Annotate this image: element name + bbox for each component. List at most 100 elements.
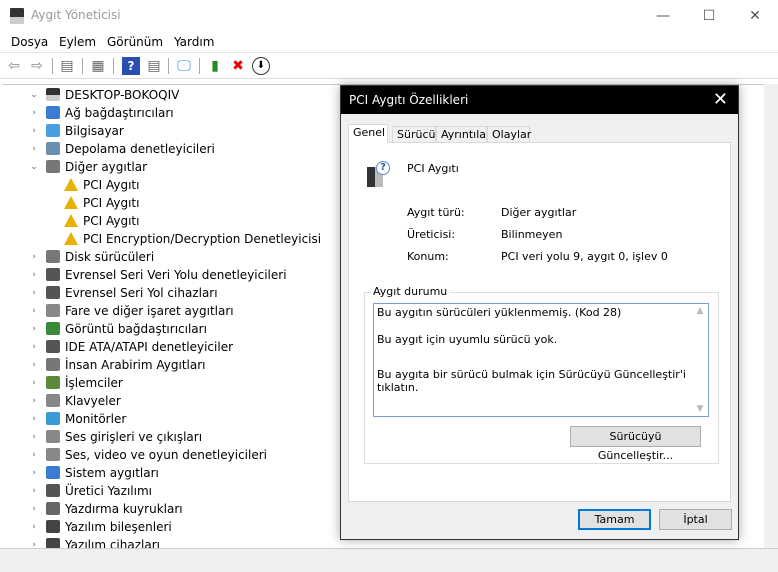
close-button[interactable]: ✕ <box>732 0 778 32</box>
chevron-right-icon[interactable]: › <box>28 464 40 482</box>
chevron-right-icon[interactable]: › <box>28 374 40 392</box>
chevron-right-icon[interactable]: › <box>28 140 40 158</box>
device-category-icon <box>46 394 60 407</box>
chevron-right-icon[interactable]: › <box>28 320 40 338</box>
minimize-button[interactable]: — <box>640 0 686 32</box>
tree-item[interactable]: PCI Encryption/Decryption Denetleyicisi <box>64 230 321 248</box>
menu-dosya[interactable]: Dosya <box>11 35 48 49</box>
device-status-textarea[interactable]: Bu aygıtın sürücüleri yüklenmemiş. (Kod … <box>373 303 709 417</box>
help-icon[interactable]: ? <box>122 57 140 75</box>
tree-item-label: Üretici Yazılımı <box>65 484 152 498</box>
tree-item[interactable]: › IDE ATA/ATAPI denetleyiciler <box>32 338 234 356</box>
tree-item[interactable]: › İnsan Arabirim Aygıtları <box>32 356 206 374</box>
tree-item[interactable]: › Görüntü bağdaştırıcıları <box>32 320 207 338</box>
chevron-right-icon[interactable]: › <box>28 446 40 464</box>
warning-device-icon <box>64 232 78 245</box>
update-driver-button[interactable]: Sürücüyü Güncelleştir... <box>570 426 701 462</box>
vertical-scrollbar[interactable] <box>764 84 778 548</box>
device-category-icon <box>46 322 60 335</box>
tree-item[interactable]: › Depolama denetleyicileri <box>32 140 215 158</box>
enable-device-icon[interactable]: ▮ <box>206 57 224 75</box>
tree-item[interactable]: PCI Aygıtı <box>64 176 139 194</box>
tree-item[interactable]: › Yazılım cihazları <box>32 536 160 548</box>
tree-item-label: IDE ATA/ATAPI denetleyiciler <box>65 340 234 354</box>
toolbar-separator <box>82 58 83 74</box>
tree-item[interactable]: › Klavyeler <box>32 392 121 410</box>
device-category-icon <box>46 412 60 425</box>
tab-ayrintilar[interactable]: Ayrıntılar <box>436 126 491 142</box>
tree-item[interactable]: › Evrensel Seri Yol cihazları <box>32 284 218 302</box>
tree-item[interactable]: › Bilgisayar <box>32 122 124 140</box>
tree-item[interactable]: › Ağ bağdaştırıcıları <box>32 104 174 122</box>
tree-item-label: Fare ve diğer işaret aygıtları <box>65 304 234 318</box>
tree-item[interactable]: PCI Aygıtı <box>64 194 139 212</box>
chevron-down-icon[interactable]: ⌄ <box>28 86 40 104</box>
menu-eylem[interactable]: Eylem <box>59 35 96 49</box>
tree-item-label: Depolama denetleyicileri <box>65 142 215 156</box>
tree-item-label: PCI Encryption/Decryption Denetleyicisi <box>83 232 322 246</box>
tab-olaylar[interactable]: Olaylar <box>487 126 531 142</box>
chevron-right-icon[interactable]: › <box>28 302 40 320</box>
dialog-close-button[interactable]: ✕ <box>713 89 728 110</box>
textarea-scrollbar[interactable]: ▲ ▼ <box>692 304 708 416</box>
chevron-right-icon[interactable]: › <box>28 248 40 266</box>
chevron-right-icon[interactable]: › <box>28 536 40 548</box>
chevron-right-icon[interactable]: › <box>28 104 40 122</box>
tree-item[interactable]: PCI Aygıtı <box>64 212 139 230</box>
chevron-right-icon[interactable]: › <box>28 410 40 428</box>
chevron-right-icon[interactable]: › <box>28 266 40 284</box>
tree-item-label: PCI Aygıtı <box>83 214 140 228</box>
ok-button[interactable]: Tamam <box>578 509 651 530</box>
tree-item-label: Yazılım cihazları <box>65 538 160 548</box>
cancel-button[interactable]: İptal <box>659 509 732 530</box>
scan-hardware-icon[interactable]: 🖵 <box>175 57 193 75</box>
properties-panel-icon[interactable]: ▤ <box>58 57 76 75</box>
chevron-right-icon[interactable]: › <box>28 284 40 302</box>
tree-item-label: Evrensel Seri Veri Yolu denetleyicileri <box>65 268 287 282</box>
tree-item-label: Ses, video ve oyun denetleyicileri <box>65 448 268 462</box>
chevron-down-icon[interactable]: ⌄ <box>28 158 40 176</box>
tree-item[interactable]: › Disk sürücüleri <box>32 248 154 266</box>
properties-icon[interactable]: ▦ <box>89 57 107 75</box>
field-value: Diğer aygıtlar <box>501 206 577 219</box>
device-category-icon <box>46 304 60 317</box>
menu-yardim[interactable]: Yardım <box>174 35 214 49</box>
chevron-right-icon[interactable]: › <box>28 518 40 536</box>
tree-item[interactable]: › Fare ve diğer işaret aygıtları <box>32 302 234 320</box>
tree-root[interactable]: ⌄ DESKTOP-BOKOQIV <box>30 86 179 104</box>
menu-gorunum[interactable]: Görünüm <box>107 35 163 49</box>
tree-item-label: Evrensel Seri Yol cihazları <box>65 286 218 300</box>
tab-genel[interactable]: Genel <box>348 124 388 143</box>
tree-item[interactable]: › Yazılım bileşenleri <box>32 518 172 536</box>
device-category-icon <box>46 340 60 353</box>
tree-item[interactable]: › Ses girişleri ve çıkışları <box>32 428 202 446</box>
tree-item[interactable]: › İşlemciler <box>32 374 123 392</box>
tree-item[interactable]: ⌄ Diğer aygıtlar <box>30 158 147 176</box>
chevron-right-icon[interactable]: › <box>28 428 40 446</box>
chevron-right-icon[interactable]: › <box>28 500 40 518</box>
chevron-right-icon[interactable]: › <box>28 338 40 356</box>
tree-item[interactable]: › Sistem aygıtları <box>32 464 159 482</box>
tree-item[interactable]: › Monitörler <box>32 410 126 428</box>
chevron-right-icon[interactable]: › <box>28 482 40 500</box>
chevron-right-icon[interactable]: › <box>28 392 40 410</box>
tree-item-label: Klavyeler <box>65 394 121 408</box>
tab-surucu[interactable]: Sürücü <box>392 126 436 142</box>
chevron-right-icon[interactable]: › <box>28 356 40 374</box>
download-icon[interactable]: ⬇ <box>252 57 270 75</box>
forward-icon[interactable]: ⇨ <box>28 57 46 75</box>
tree-item[interactable]: › Üretici Yazılımı <box>32 482 152 500</box>
maximize-button[interactable]: ☐ <box>686 0 732 32</box>
chevron-right-icon[interactable]: › <box>28 122 40 140</box>
back-icon[interactable]: ⇦ <box>5 57 23 75</box>
tree-item[interactable]: › Ses, video ve oyun denetleyicileri <box>32 446 268 464</box>
tree-item[interactable]: › Evrensel Seri Veri Yolu denetleyicileri <box>32 266 287 284</box>
general-panel: ? PCI Aygıtı Aygıt türü: Diğer aygıtlar … <box>348 142 731 502</box>
field-label: Üreticisi: <box>407 228 456 241</box>
update-driver-icon[interactable]: ▤ <box>145 57 163 75</box>
device-manager-icon <box>10 8 24 24</box>
device-category-icon <box>46 358 60 371</box>
uninstall-icon[interactable]: ✖ <box>229 57 247 75</box>
toolbar-separator <box>199 58 200 74</box>
tree-item[interactable]: › Yazdırma kuyrukları <box>32 500 183 518</box>
